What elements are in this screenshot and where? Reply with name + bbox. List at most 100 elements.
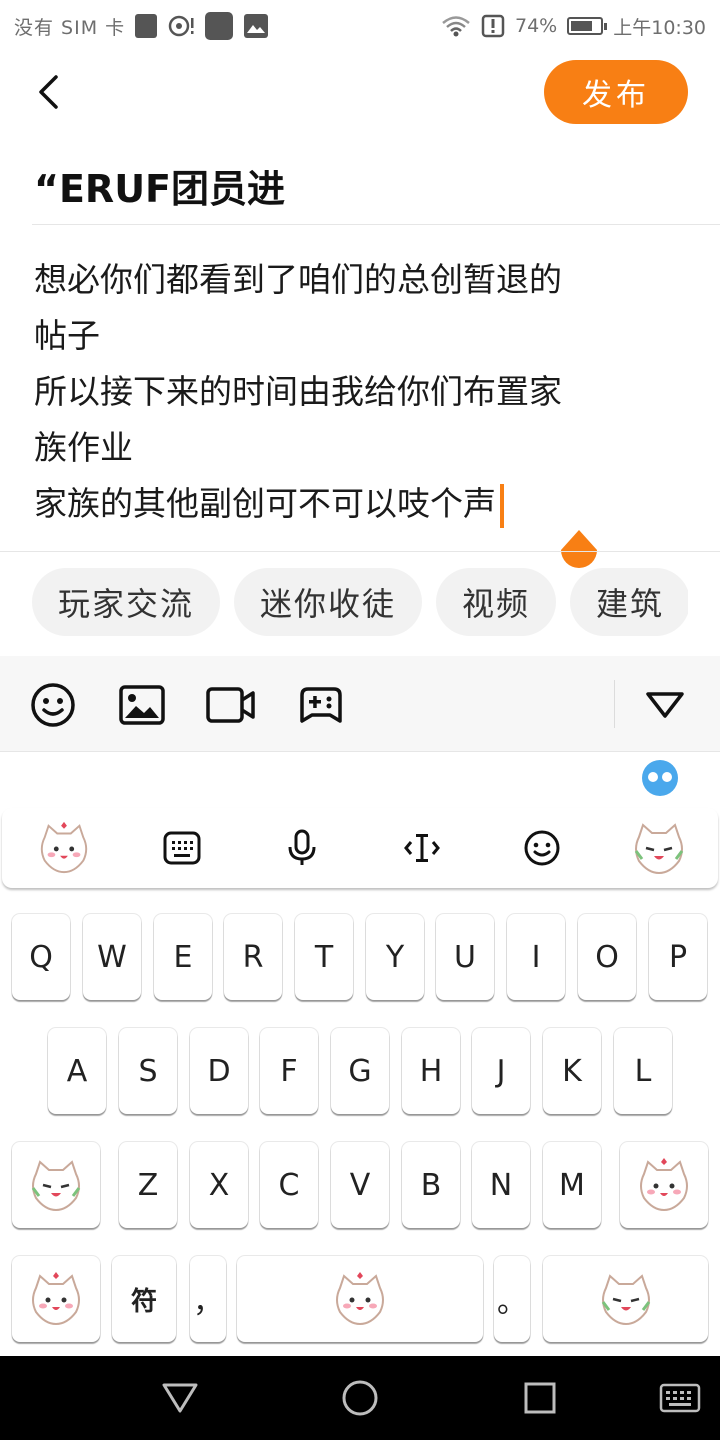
- body-line: 帖子: [34, 316, 100, 355]
- sticker-icon: [640, 1158, 688, 1212]
- nav-home-button[interactable]: [340, 1378, 380, 1418]
- publish-button[interactable]: 发布: [544, 60, 688, 124]
- emoji-keyboard-button[interactable]: [522, 828, 562, 868]
- back-button[interactable]: [26, 66, 70, 118]
- key-n[interactable]: N: [472, 1142, 530, 1228]
- body-line: 所以接下来的时间由我给你们布置家: [34, 372, 562, 411]
- key-p[interactable]: P: [649, 914, 707, 1000]
- key-u[interactable]: U: [436, 914, 494, 1000]
- key-c[interactable]: C: [260, 1142, 318, 1228]
- nav-back-button[interactable]: [160, 1378, 200, 1418]
- space-key[interactable]: [237, 1256, 483, 1342]
- hotspot-icon: [168, 15, 194, 37]
- key-a[interactable]: A: [48, 1028, 106, 1114]
- cursor-move-button[interactable]: [402, 828, 442, 868]
- symbol-key[interactable]: 符: [112, 1256, 176, 1342]
- sticker-button[interactable]: [36, 820, 92, 876]
- comma-key[interactable]: ，: [190, 1256, 226, 1342]
- video-icon: [206, 687, 255, 723]
- key-e[interactable]: E: [154, 914, 212, 1000]
- home-circle-icon: [342, 1380, 378, 1416]
- emoji-icon: [31, 683, 75, 727]
- delete-sticker-key[interactable]: [620, 1142, 708, 1228]
- tag-player-exchange[interactable]: 玩家交流: [32, 568, 221, 636]
- key-b[interactable]: B: [402, 1142, 460, 1228]
- mic-icon: [288, 829, 316, 865]
- battery-fill: [571, 21, 593, 31]
- sticker-button-crying[interactable]: [628, 820, 690, 876]
- back-arrow-icon: [39, 75, 58, 109]
- collapse-icon: [646, 692, 684, 718]
- status-left: 没有 SIM 卡: [14, 12, 269, 40]
- key-h[interactable]: H: [402, 1028, 460, 1114]
- title-divider: [32, 224, 720, 225]
- keyboard-toolbar: [2, 808, 718, 888]
- number-sticker-key[interactable]: [12, 1256, 100, 1342]
- toolbar-divider: [614, 680, 615, 728]
- key-w[interactable]: W: [83, 914, 141, 1000]
- body-line-with-cursor: 家族的其他副创可不可以吱个声: [34, 476, 674, 532]
- battery-icon: [567, 17, 608, 35]
- sticker-icon: [336, 1272, 384, 1326]
- post-title-input[interactable]: “ERUF团员进: [34, 158, 285, 213]
- key-v[interactable]: V: [331, 1142, 389, 1228]
- period-key[interactable]: 。: [494, 1256, 530, 1342]
- key-i[interactable]: I: [507, 914, 565, 1000]
- video-button[interactable]: [206, 680, 256, 730]
- image-button[interactable]: [117, 680, 167, 730]
- navigation-bar: [0, 1356, 720, 1440]
- sticker-icon: [40, 821, 88, 874]
- sticker-icon: [634, 823, 684, 875]
- post-body-input[interactable]: 想必你们都看到了咱们的总创暂退的 帖子 所以接下来的时间由我给你们布置家 族作业…: [34, 252, 674, 532]
- image-icon: [119, 685, 165, 725]
- shift-sticker-key[interactable]: [12, 1142, 100, 1228]
- sticker-icon: [32, 1272, 80, 1326]
- key-g[interactable]: G: [331, 1028, 389, 1114]
- alert-icon: [481, 14, 505, 38]
- key-f[interactable]: F: [260, 1028, 318, 1114]
- battery-percent: 74%: [515, 15, 558, 37]
- key-m[interactable]: M: [543, 1142, 601, 1228]
- recents-square-icon: [524, 1382, 556, 1414]
- nav-recents-button[interactable]: [520, 1378, 560, 1418]
- topic-tags: 玩家交流 迷你收徒 视频 建筑: [32, 568, 688, 638]
- sticker-icon: [601, 1274, 650, 1326]
- gallery-notification-icon: [244, 14, 269, 38]
- status-right: 74% 上午10:30: [441, 13, 706, 40]
- tag-divider: [0, 551, 720, 552]
- keyboard-icon: [163, 831, 201, 865]
- emoji-icon: [524, 830, 560, 866]
- game-button[interactable]: [296, 680, 346, 730]
- key-s[interactable]: S: [119, 1028, 177, 1114]
- key-y[interactable]: Y: [366, 914, 424, 1000]
- keyboard-switch-button[interactable]: [162, 828, 202, 868]
- nav-keyboard-toggle[interactable]: [658, 1378, 702, 1418]
- key-d[interactable]: D: [190, 1028, 248, 1114]
- clock: 上午10:30: [613, 16, 706, 39]
- key-l[interactable]: L: [614, 1028, 672, 1114]
- key-o[interactable]: O: [578, 914, 636, 1000]
- voice-input-button[interactable]: [282, 828, 322, 868]
- collapse-button[interactable]: [640, 680, 690, 730]
- key-k[interactable]: K: [543, 1028, 601, 1114]
- key-r[interactable]: R: [224, 914, 282, 1000]
- key-x[interactable]: X: [190, 1142, 248, 1228]
- tag-mini-apprentice[interactable]: 迷你收徒: [234, 568, 423, 636]
- tag-building[interactable]: 建筑: [570, 568, 688, 636]
- enter-key[interactable]: [543, 1256, 708, 1342]
- key-j[interactable]: J: [472, 1028, 530, 1114]
- cursor-icon: [404, 834, 440, 862]
- tag-video[interactable]: 视频: [436, 568, 557, 636]
- body-line: 想必你们都看到了咱们的总创暂退的: [34, 260, 562, 299]
- key-q[interactable]: Q: [12, 914, 70, 1000]
- body-line: 家族的其他副创可不可以吱个声: [34, 484, 496, 523]
- key-t[interactable]: T: [295, 914, 353, 1000]
- sticker-icon: [31, 1160, 81, 1212]
- key-z[interactable]: Z: [119, 1142, 177, 1228]
- app-notification-icon: [205, 12, 234, 40]
- editor-toolbar: [0, 656, 720, 752]
- game-icon: [300, 687, 342, 723]
- emoji-button[interactable]: [28, 680, 78, 730]
- keyboard-brand-icon[interactable]: [642, 760, 678, 796]
- text-cursor: [500, 483, 504, 528]
